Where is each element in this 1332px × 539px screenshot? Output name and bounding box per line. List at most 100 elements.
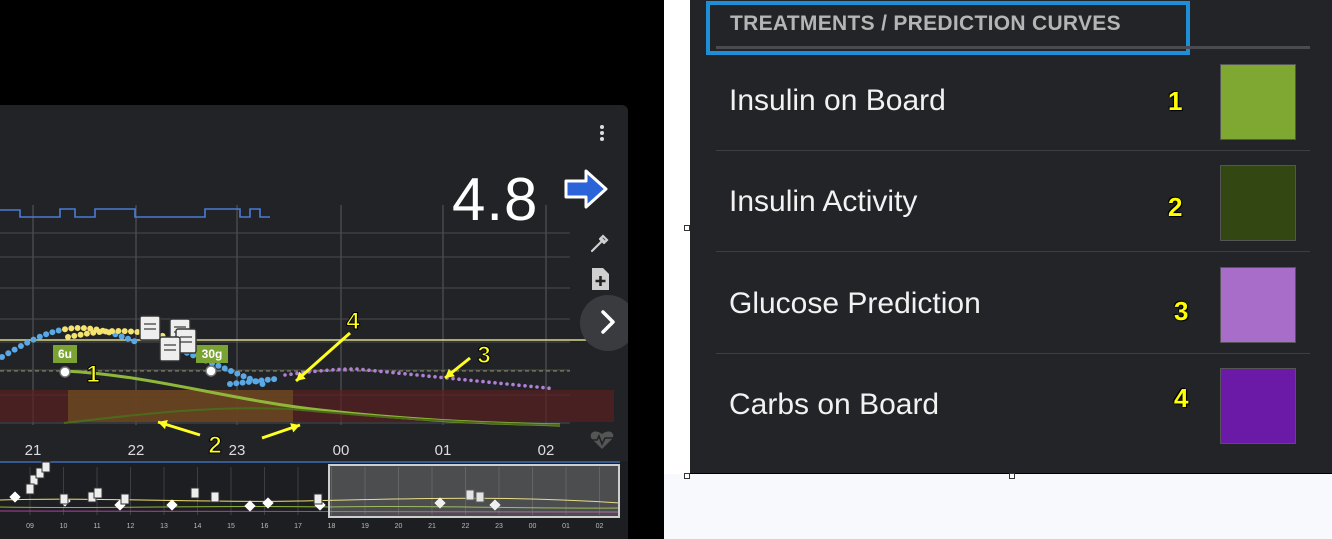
prediction-dot [319,368,323,373]
section-divider [716,46,1310,49]
prediction-dot [481,379,485,384]
bg-dot [125,335,131,342]
prediction-dot [457,377,461,382]
bg-dot [68,325,75,332]
overview-time-label: 21 [428,523,436,530]
resize-handle[interactable] [684,473,690,479]
callout-number: 2 [1168,192,1183,222]
resize-handle[interactable] [1009,473,1015,479]
overview-time-label: 16 [261,523,269,530]
blank-area [664,474,1332,539]
prediction-dot [439,375,443,380]
prediction-dot [475,379,479,383]
color-swatch[interactable] [1220,267,1296,343]
bg-dot [245,378,252,385]
legend-label: Glucose Prediction [729,287,981,320]
note-icon [139,315,161,341]
bg-dot [74,325,81,332]
legend-row-prediction[interactable]: Glucose Prediction 3 [716,253,1310,354]
overview-time-label: 17 [294,523,302,530]
heart-pulse-icon [590,431,614,449]
chevron-right-button[interactable] [580,295,628,351]
bg-dot [83,330,90,337]
prediction-dot [487,380,491,385]
prediction-dot [451,376,455,381]
annotation-number: 3 [477,342,490,369]
prediction-dot [421,373,425,378]
prediction-dot [379,369,383,374]
prediction-dot [433,375,437,379]
bg-dot [11,346,18,353]
bg-dot [17,343,24,350]
bg-dot [96,329,103,336]
prediction-dot [349,367,353,371]
add-note-icon[interactable] [586,265,614,293]
prediction-dot [427,374,431,379]
prediction-dot [367,368,371,373]
overview-time-label: 10 [60,523,68,530]
bg-dot [264,376,271,383]
bg-dot [109,328,116,335]
prediction-dot [331,368,335,372]
overview-time-label: 18 [328,523,336,530]
bg-dot [80,325,87,332]
eyedropper-icon[interactable] [586,229,614,257]
annotation-number: 2 [208,432,221,459]
bg-dot [240,373,247,380]
prediction-dot [391,370,395,375]
overview-viewport [328,464,620,518]
prediction-dot [541,385,545,390]
bg-value: 4.8 [452,166,539,233]
bg-dot [62,326,68,333]
prediction-dot [529,384,533,389]
overview-time-label: 00 [529,523,537,530]
overview-time-label: 01 [562,523,570,530]
prediction-dot [409,372,413,377]
legend-panel: TREATMENTS / PREDICTION CURVES Insulin o… [690,0,1332,473]
more-options-icon[interactable] [592,123,612,151]
legend-row-activity[interactable]: Insulin Activity 2 [716,151,1310,252]
overview-time-label: 19 [361,523,369,530]
overview-note [313,493,323,505]
overview-time-label: 11 [93,523,100,530]
bg-dot [228,368,234,374]
prediction-dot [463,378,467,382]
overview-time-label: 14 [194,523,202,530]
prediction-dot [547,386,551,391]
color-swatch[interactable] [1220,165,1296,241]
legend-label: Insulin on Board [729,84,946,117]
bg-dot [258,377,265,384]
color-swatch[interactable] [1220,368,1296,444]
bg-dot [131,338,138,345]
time-label: 02 [538,442,555,459]
bg-dot [43,331,50,338]
chevron-right-icon [601,310,615,334]
prediction-dot [469,378,473,383]
time-label: 01 [435,442,452,459]
overview-note [41,461,51,473]
overview-time-label: 02 [596,523,604,530]
overview-time-label: 23 [495,523,503,530]
callout-number: 3 [1174,296,1189,326]
carbs-marker [205,365,217,377]
trend-arrow-icon [564,169,608,209]
bg-dot [30,336,37,343]
overview-time-label: 20 [395,523,403,530]
prediction-dot [325,368,329,373]
bg-dot [90,329,97,336]
prediction-dot [373,369,377,373]
prediction-dot [523,384,527,388]
bg-dot [36,333,43,340]
legend-row-iob[interactable]: Insulin on Board 1 [716,50,1310,151]
prediction-dot [385,370,389,374]
bg-dot [233,380,240,387]
overview-note [210,491,220,503]
bg-dot [65,334,71,340]
color-swatch[interactable] [1220,64,1296,140]
legend-row-cob[interactable]: Carbs on Board 4 [716,354,1310,455]
app-screenshot-area: 6u 30g 21 22 23 00 01 02 09 10 11 12 13 14 15 16 17 18 19 2… [0,0,664,539]
overview-note [25,483,35,495]
bg-dot [252,378,259,385]
bg-dot [221,365,228,372]
bg-dot [234,370,241,377]
